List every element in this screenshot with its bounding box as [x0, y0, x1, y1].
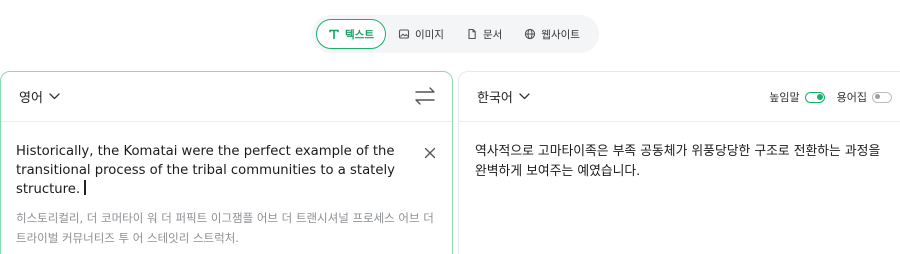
target-panel-header: 한국어 높임말 용어집 [459, 72, 900, 122]
translation-output: 역사적으로 고마타이족은 부족 공동체가 위풍당당한 구조로 전환하는 과정을 … [475, 144, 881, 179]
source-language-select[interactable]: 영어 [19, 87, 60, 106]
target-language-label: 한국어 [477, 91, 513, 106]
swap-arrows-icon [414, 87, 436, 110]
honorific-toggle[interactable] [804, 91, 825, 103]
chevron-down-icon [49, 89, 60, 104]
honorific-toggle-group: 높임말 [769, 89, 825, 105]
tab-text[interactable]: 텍스트 [316, 19, 386, 49]
chevron-down-icon [519, 89, 530, 104]
tab-document-label: 문서 [482, 28, 503, 41]
target-language-select[interactable]: 한국어 [477, 87, 530, 106]
text-t-icon [328, 28, 340, 40]
source-pronunciation: 히스토리컬리, 더 코머타이 워 더 퍼픽트 이그잼플 어브 더 트랜시셔널 프… [16, 211, 434, 245]
target-panel: 한국어 높임말 용어집 역사적으로 고마타이족은 부족 공동체가 위풍당당한 구… [458, 71, 900, 254]
source-panel: 영어 Historically, the Komatai were the pe… [0, 71, 453, 254]
swap-languages-button[interactable] [414, 86, 436, 110]
source-language-label: 영어 [19, 91, 43, 106]
translation-options: 높임말 용어집 [769, 89, 892, 105]
image-icon [398, 28, 410, 40]
tab-text-label: 텍스트 [345, 28, 374, 41]
source-text-value: Historically, the Komatai were the perfe… [16, 144, 395, 197]
glossary-toggle[interactable] [872, 91, 892, 103]
tab-image-label: 이미지 [414, 28, 444, 41]
document-icon [466, 28, 478, 40]
glossary-toggle-group: 용어집 [837, 89, 892, 105]
tab-document[interactable]: 문서 [456, 19, 512, 49]
text-cursor [84, 180, 86, 195]
close-icon [424, 144, 436, 163]
source-panel-header: 영어 [1, 72, 452, 122]
tab-image[interactable]: 이미지 [388, 19, 454, 49]
globe-icon [524, 28, 536, 40]
clear-text-button[interactable] [424, 144, 436, 163]
tab-website[interactable]: 웹사이트 [514, 19, 590, 49]
tab-website-label: 웹사이트 [541, 28, 580, 41]
translate-mode-tabs: 텍스트 이미지 문서 웹사이트 [312, 15, 599, 53]
honorific-label: 높임말 [769, 91, 800, 104]
source-text-input[interactable]: Historically, the Komatai were the perfe… [16, 142, 396, 199]
glossary-label: 용어집 [836, 91, 867, 104]
